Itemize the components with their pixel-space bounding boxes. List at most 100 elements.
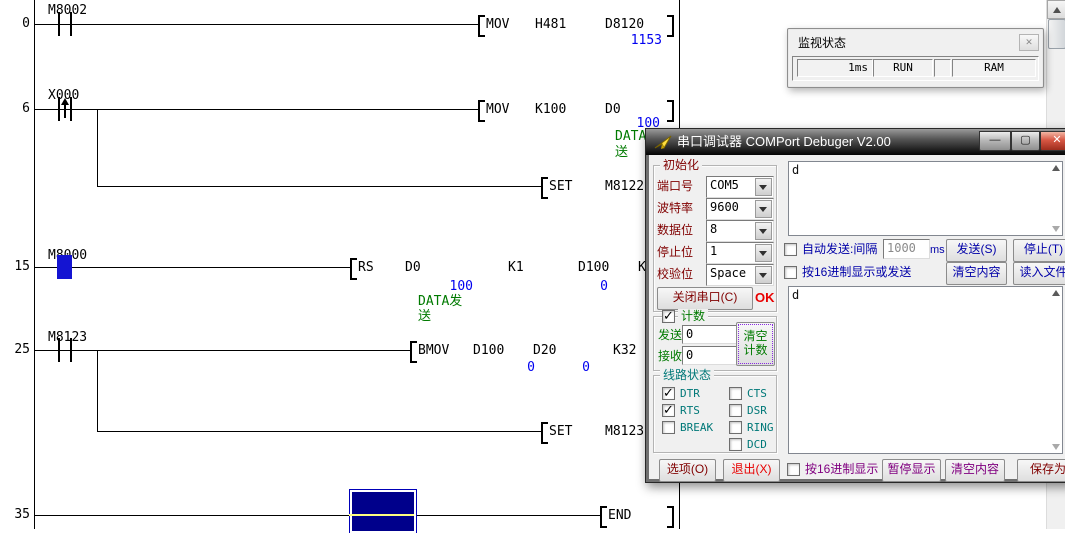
read-file-button[interactable]: 读入文件 — [1013, 262, 1065, 285]
count-recv-input[interactable]: 0 — [682, 346, 737, 365]
scroll-up-button[interactable] — [1047, 0, 1065, 19]
operand: K100 — [535, 102, 566, 117]
operand: D8120 — [605, 17, 644, 32]
device-comment: 送 — [418, 309, 431, 324]
close-button[interactable]: ✕ — [1040, 131, 1065, 151]
scroll-down-arrow-icon[interactable] — [1052, 226, 1060, 232]
minimize-button[interactable]: — — [979, 131, 1011, 151]
cts-checkbox[interactable] — [729, 387, 742, 400]
parity-dropdown-button[interactable] — [755, 266, 772, 284]
monitor-window-title: 监视状态 — [798, 36, 846, 50]
port-dropdown-button[interactable] — [755, 178, 772, 196]
instruction-bracket — [478, 15, 485, 37]
baud-dropdown-button[interactable] — [755, 200, 772, 218]
rung-line — [35, 24, 478, 25]
instruction-op: RS — [358, 260, 374, 275]
stopbits-value: 1 — [710, 244, 717, 258]
scroll-up-arrow-icon — [1053, 7, 1061, 13]
scan-time-cell: 1ms — [797, 59, 873, 77]
ring-checkbox[interactable] — [729, 421, 742, 434]
clear-receive-button[interactable]: 清空内容 — [945, 459, 1005, 482]
stopbits-dropdown-button[interactable] — [755, 244, 772, 262]
receive-textarea-content: d — [792, 288, 799, 302]
instruction-bracket — [600, 506, 607, 528]
left-rail — [34, 0, 35, 529]
databits-dropdown-button[interactable] — [755, 222, 772, 240]
edit-cursor — [350, 490, 416, 533]
break-checkbox[interactable] — [662, 421, 675, 434]
dcd-checkbox[interactable] — [729, 438, 742, 451]
send-textarea-content: d — [792, 163, 799, 177]
stopbits-label: 停止位 — [657, 245, 693, 259]
clear-send-button[interactable]: 清空内容 — [946, 262, 1007, 285]
step-number: 25 — [0, 342, 30, 357]
scroll-down-arrow-icon[interactable] — [1052, 444, 1060, 450]
pause-display-button[interactable]: 暂停显示 — [882, 459, 941, 482]
hex-display-checkbox[interactable] — [787, 463, 800, 476]
contact-open — [70, 338, 72, 362]
operand: D100 — [473, 343, 504, 358]
operand: D0 — [405, 260, 421, 275]
dtr-label: DTR — [680, 387, 700, 401]
count-send-input[interactable]: 0 — [682, 325, 737, 344]
instruction-op: SET — [549, 179, 572, 194]
parity-select[interactable]: Space — [706, 264, 774, 286]
scroll-thumb[interactable] — [1048, 19, 1065, 49]
count-recv-value: 0 — [686, 348, 693, 362]
contact-open — [70, 12, 72, 36]
rung-line — [35, 350, 410, 351]
scroll-up-arrow-icon[interactable] — [1052, 290, 1060, 296]
ring-label: RING — [747, 421, 774, 435]
contact-open — [58, 12, 60, 36]
parity-label: 校验位 — [657, 267, 693, 281]
spacer-cell — [934, 59, 951, 77]
rung-line — [35, 109, 478, 110]
dsr-checkbox[interactable] — [729, 404, 742, 417]
rung-line — [35, 515, 601, 516]
send-textarea[interactable]: d — [788, 161, 1063, 236]
port-label: 端口号 — [657, 179, 693, 193]
databits-select[interactable]: 8 — [706, 220, 774, 242]
monitor-value: 1153 — [598, 33, 662, 48]
autosend-checkbox[interactable] — [784, 243, 797, 256]
close-icon[interactable]: ✕ — [1019, 34, 1039, 51]
step-number: 35 — [0, 507, 30, 522]
autosend-interval-input[interactable]: 1000 — [883, 239, 930, 259]
rts-checkbox[interactable] — [662, 404, 675, 417]
contact-rising — [70, 97, 72, 121]
scroll-up-arrow-icon[interactable] — [1052, 165, 1060, 171]
chevron-down-icon — [759, 229, 767, 234]
port-select[interactable]: COM5 — [706, 176, 774, 198]
stopbits-select[interactable]: 1 — [706, 242, 774, 264]
contact-active — [57, 255, 72, 279]
instruction-op: END — [608, 508, 631, 523]
debugger-title-bar[interactable]: 串口调试器 COMPort Debuger V2.00 — ▢ ✕ — [646, 129, 1065, 155]
save-as-button[interactable]: 保存为 — [1017, 459, 1065, 482]
close-port-button[interactable]: 关闭串口(C) — [657, 287, 753, 310]
receive-textarea[interactable]: d — [788, 286, 1063, 454]
monitor-status-panel: 1ms RUN RAM — [792, 56, 1039, 81]
cts-label: CTS — [747, 387, 767, 401]
stop-button[interactable]: 停止(T) — [1013, 239, 1065, 262]
rung-line — [35, 267, 350, 268]
baud-select[interactable]: 9600 — [706, 198, 774, 220]
contact-label: M8123 — [48, 330, 87, 345]
hex-send-checkbox[interactable] — [784, 266, 797, 279]
exit-button[interactable]: 退出(X) — [723, 459, 780, 482]
count-group: 计数 发送 0 接收 0 清空 计数 — [653, 316, 777, 371]
maximize-button[interactable]: ▢ — [1011, 131, 1040, 151]
options-button[interactable]: 选项(O) — [659, 459, 716, 482]
send-button[interactable]: 发送(S) — [946, 239, 1007, 262]
baud-label: 波特率 — [657, 201, 693, 215]
instruction-bracket — [478, 100, 485, 122]
dtr-checkbox[interactable] — [662, 387, 675, 400]
clear-count-button[interactable]: 清空 计数 — [736, 322, 775, 366]
baud-value: 9600 — [710, 200, 739, 214]
count-send-value: 0 — [686, 327, 693, 341]
comport-debugger-window: 串口调试器 COMPort Debuger V2.00 — ▢ ✕ 初始化 端口… — [645, 128, 1065, 483]
count-checkbox[interactable] — [662, 310, 675, 323]
operand: M8123 — [605, 424, 644, 439]
instruction-op: SET — [549, 424, 572, 439]
port-status-text: OK — [755, 291, 775, 305]
break-label: BREAK — [680, 421, 713, 435]
